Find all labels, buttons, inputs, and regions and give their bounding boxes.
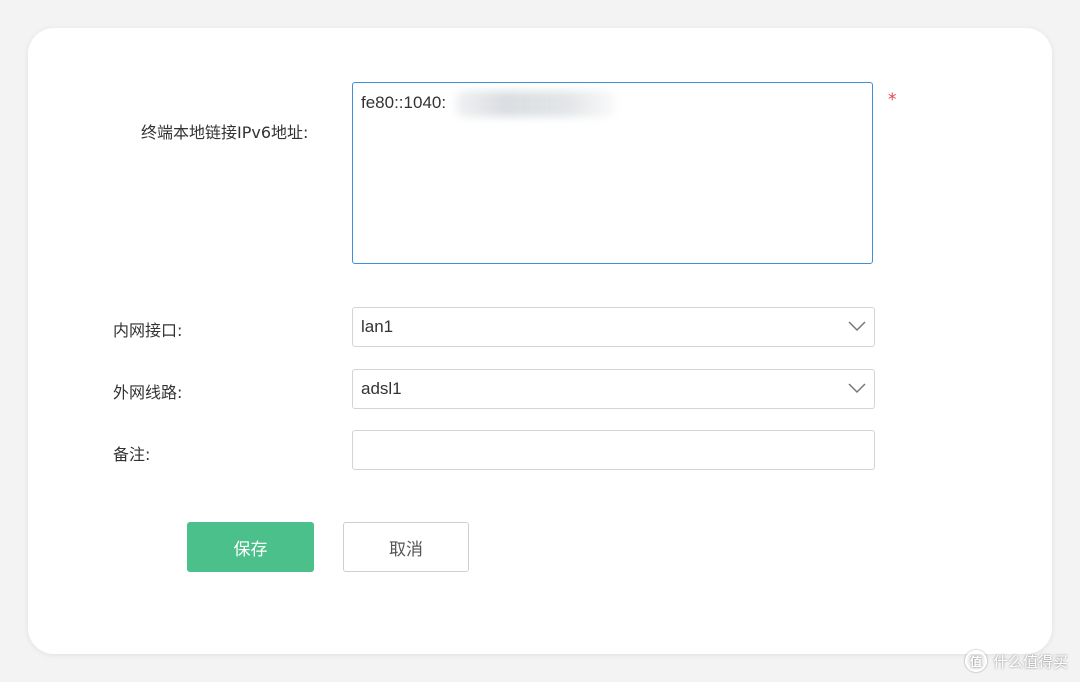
form-card: 终端本地链接IPv6地址: fe80::1040: * 内网接口: lan1 外…: [28, 28, 1052, 654]
required-asterisk: *: [888, 90, 897, 110]
ipv6-address-value: fe80::1040:: [361, 93, 447, 112]
ipv6-address-textarea[interactable]: fe80::1040:: [352, 82, 873, 264]
chevron-down-icon: [848, 383, 866, 394]
watermark-text: 什么值得买: [992, 652, 1068, 671]
cancel-button[interactable]: 取消: [343, 522, 469, 572]
chevron-down-icon: [848, 321, 866, 332]
wan-line-select[interactable]: adsl1: [352, 369, 875, 409]
wan-line-value: adsl1: [361, 379, 402, 398]
remark-input[interactable]: [352, 430, 875, 470]
smzdm-logo-icon: 值: [964, 650, 987, 672]
remark-label: 备注:: [113, 445, 151, 464]
redacted-blur: [456, 91, 616, 117]
lan-interface-select[interactable]: lan1: [352, 307, 875, 347]
ipv6-address-label: 终端本地链接IPv6地址:: [141, 123, 309, 142]
wan-line-label: 外网线路:: [113, 383, 183, 402]
lan-interface-value: lan1: [361, 317, 394, 336]
lan-interface-label: 内网接口:: [113, 321, 183, 340]
watermark: 值 什么值得买: [964, 650, 1068, 672]
save-button[interactable]: 保存: [187, 522, 314, 572]
